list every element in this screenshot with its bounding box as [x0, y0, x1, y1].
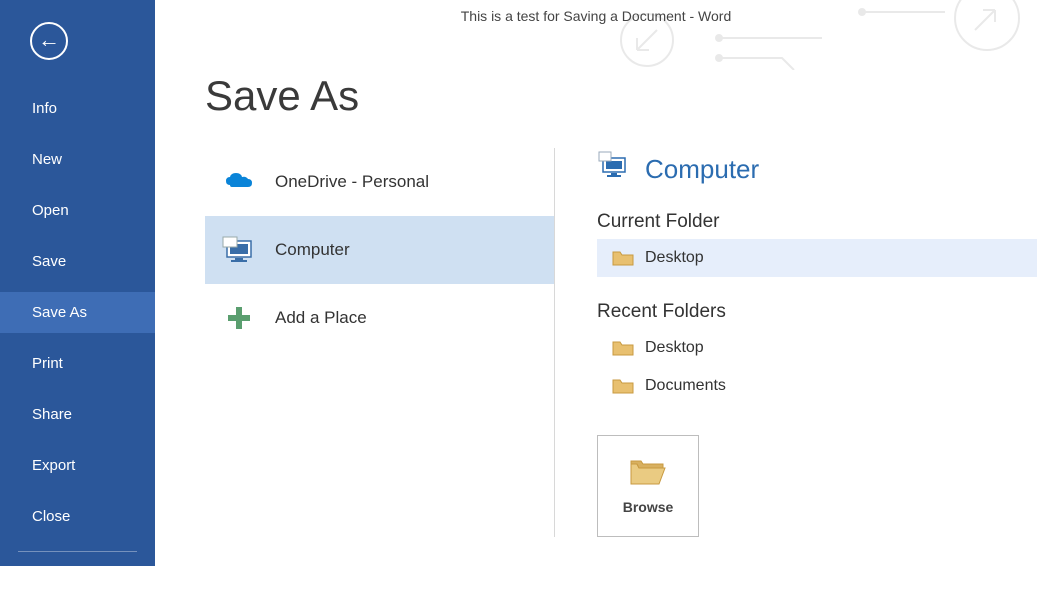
window-title: This is a test for Saving a Document - W…	[155, 0, 1037, 32]
folder-icon	[611, 378, 635, 394]
sidebar-item-new[interactable]: New	[0, 139, 155, 180]
folder-label: Desktop	[645, 339, 704, 357]
sidebar-item-info[interactable]: Info	[0, 88, 155, 129]
recent-folder-item[interactable]: Documents	[597, 367, 1037, 405]
sidebar-item-account[interactable]: Account	[0, 566, 155, 595]
recent-folders-label: Recent Folders	[597, 301, 1037, 323]
browse-button[interactable]: Browse	[597, 435, 699, 537]
save-places-list: OneDrive - Personal Computer	[205, 148, 555, 537]
page-title: Save As	[205, 72, 1037, 120]
computer-icon	[217, 235, 261, 265]
backstage-sidebar: ← Info New Open Save Save As Print Share…	[0, 0, 155, 566]
folder-label: Desktop	[645, 249, 704, 267]
detail-heading: Computer	[597, 150, 1037, 189]
folder-label: Documents	[645, 377, 726, 395]
back-arrow-icon: ←	[38, 29, 60, 51]
onedrive-icon	[217, 171, 261, 193]
sidebar-item-open[interactable]: Open	[0, 190, 155, 231]
place-onedrive[interactable]: OneDrive - Personal	[205, 148, 554, 216]
recent-folder-item[interactable]: Desktop	[597, 329, 1037, 367]
computer-icon	[597, 150, 631, 189]
place-label: Add a Place	[275, 308, 367, 328]
sidebar-item-save[interactable]: Save	[0, 241, 155, 282]
back-button[interactable]: ←	[30, 22, 68, 60]
current-folder-item[interactable]: Desktop	[597, 239, 1037, 277]
folder-icon	[611, 340, 635, 356]
sidebar-item-save-as[interactable]: Save As	[0, 292, 155, 333]
browse-label: Browse	[623, 499, 674, 515]
detail-title: Computer	[645, 154, 759, 185]
sidebar-item-share[interactable]: Share	[0, 394, 155, 435]
sidebar-item-close[interactable]: Close	[0, 496, 155, 537]
current-folder-label: Current Folder	[597, 211, 1037, 233]
add-place-icon	[217, 304, 261, 332]
main-panel: Save As OneDrive - Personal	[205, 72, 1037, 566]
place-label: OneDrive - Personal	[275, 172, 429, 192]
sidebar-item-print[interactable]: Print	[0, 343, 155, 384]
place-computer[interactable]: Computer	[205, 216, 554, 284]
place-add[interactable]: Add a Place	[205, 284, 554, 352]
sidebar-item-export[interactable]: Export	[0, 445, 155, 486]
save-detail-panel: Computer Current Folder Desktop Recent F…	[555, 148, 1037, 537]
sidebar-separator	[18, 551, 137, 552]
folder-icon	[611, 250, 635, 266]
folder-open-icon	[629, 458, 667, 489]
place-label: Computer	[275, 240, 350, 260]
